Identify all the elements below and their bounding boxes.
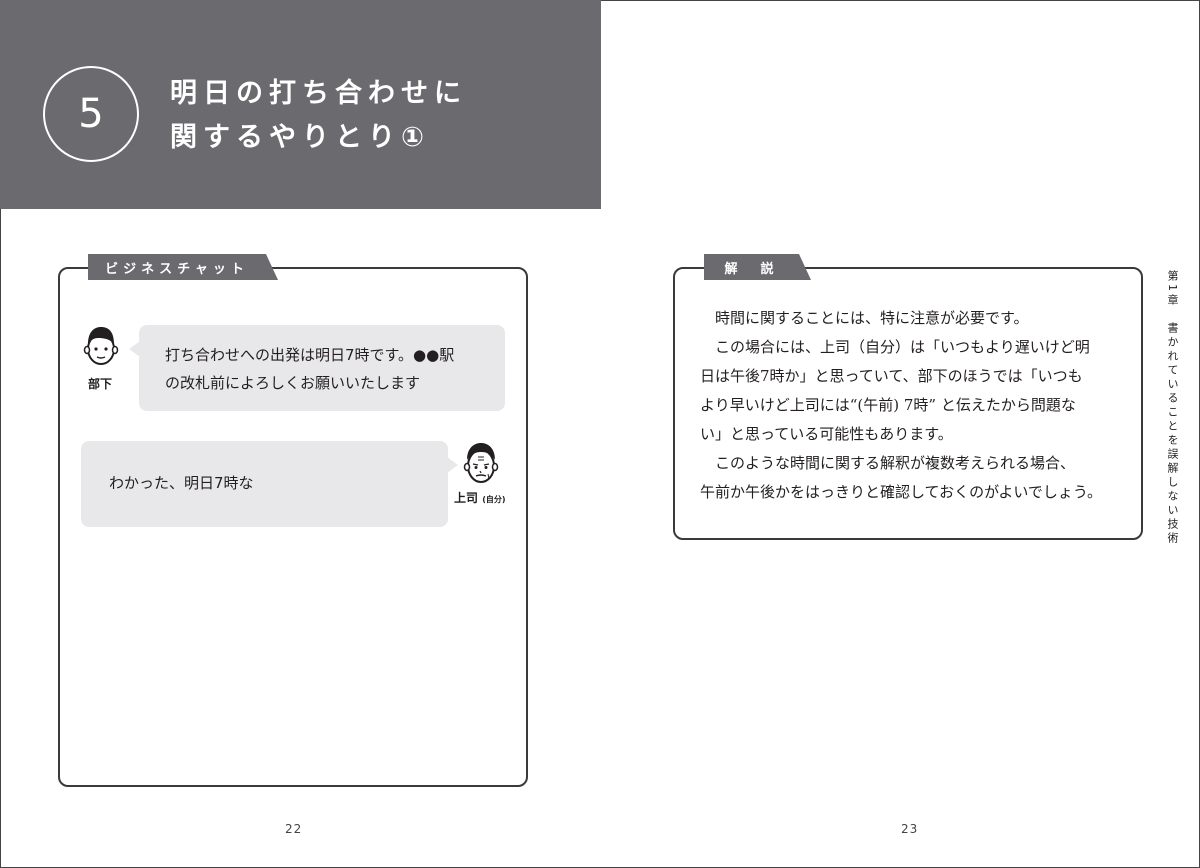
explanation-line-4: より早いけど上司には“(午前) 7時” と伝えたから問題な	[700, 396, 1076, 414]
explanation-tab: 解 説	[704, 254, 811, 280]
message-2-line-1: わかった、明日7時な	[109, 474, 254, 492]
explanation-line-5: い」と思っている可能性もあります。	[700, 425, 953, 443]
chapter-running-head: 第1章 書かれていることを誤解しない技術	[1166, 270, 1179, 546]
chat-message-boss: わかった、明日7時な	[81, 441, 458, 527]
explanation-line-2: この場合には、上司（自分）は「いつもより遅いけど明	[715, 338, 1090, 356]
explanation-line-7: 午前か午後かをはっきりと確認しておくのがよいでしょう。	[700, 483, 1103, 501]
explanation-line-1: 時間に関することには、特に注意が必要です。	[715, 309, 1029, 327]
explanation-line-6: このような時間に関する解釈が複数考えられる場合、	[715, 454, 1076, 472]
boss-label: 上司 (自分)	[454, 489, 506, 506]
page-number-left: 22	[285, 822, 303, 836]
section-title-line-1: 明日の打ち合わせに	[170, 78, 467, 109]
message-1-line-1: 打ち合わせへの出発は明日7時です。●●駅	[165, 346, 455, 364]
subordinate-avatar-icon	[83, 327, 119, 365]
section-title-line-2: 関するやりとり①	[170, 122, 430, 153]
subordinate-label: 部下	[88, 377, 113, 391]
boss-avatar-icon	[463, 443, 499, 483]
message-1-line-2: の改札前によろしくお願いいたします	[165, 374, 421, 392]
boss-label-note: (自分)	[482, 495, 506, 504]
section-title: 明日の打ち合わせに 関するやりとり①	[170, 72, 467, 160]
chat-message-subordinate: 打ち合わせへの出発は明日7時です。●●駅 の改札前によろしくお願いいたします	[129, 325, 505, 411]
page-number-right: 23	[901, 822, 919, 836]
business-chat-tab: ビジネスチャット	[88, 254, 278, 280]
explanation-line-3: 日は午後7時か」と思っていて、部下のほうでは「いつも	[700, 367, 1083, 385]
boss-label-text: 上司	[454, 491, 479, 505]
explanation-text: 時間に関することには、特に注意が必要です。 この場合には、上司（自分）は「いつも…	[700, 304, 1120, 507]
section-number: 5	[78, 91, 104, 137]
